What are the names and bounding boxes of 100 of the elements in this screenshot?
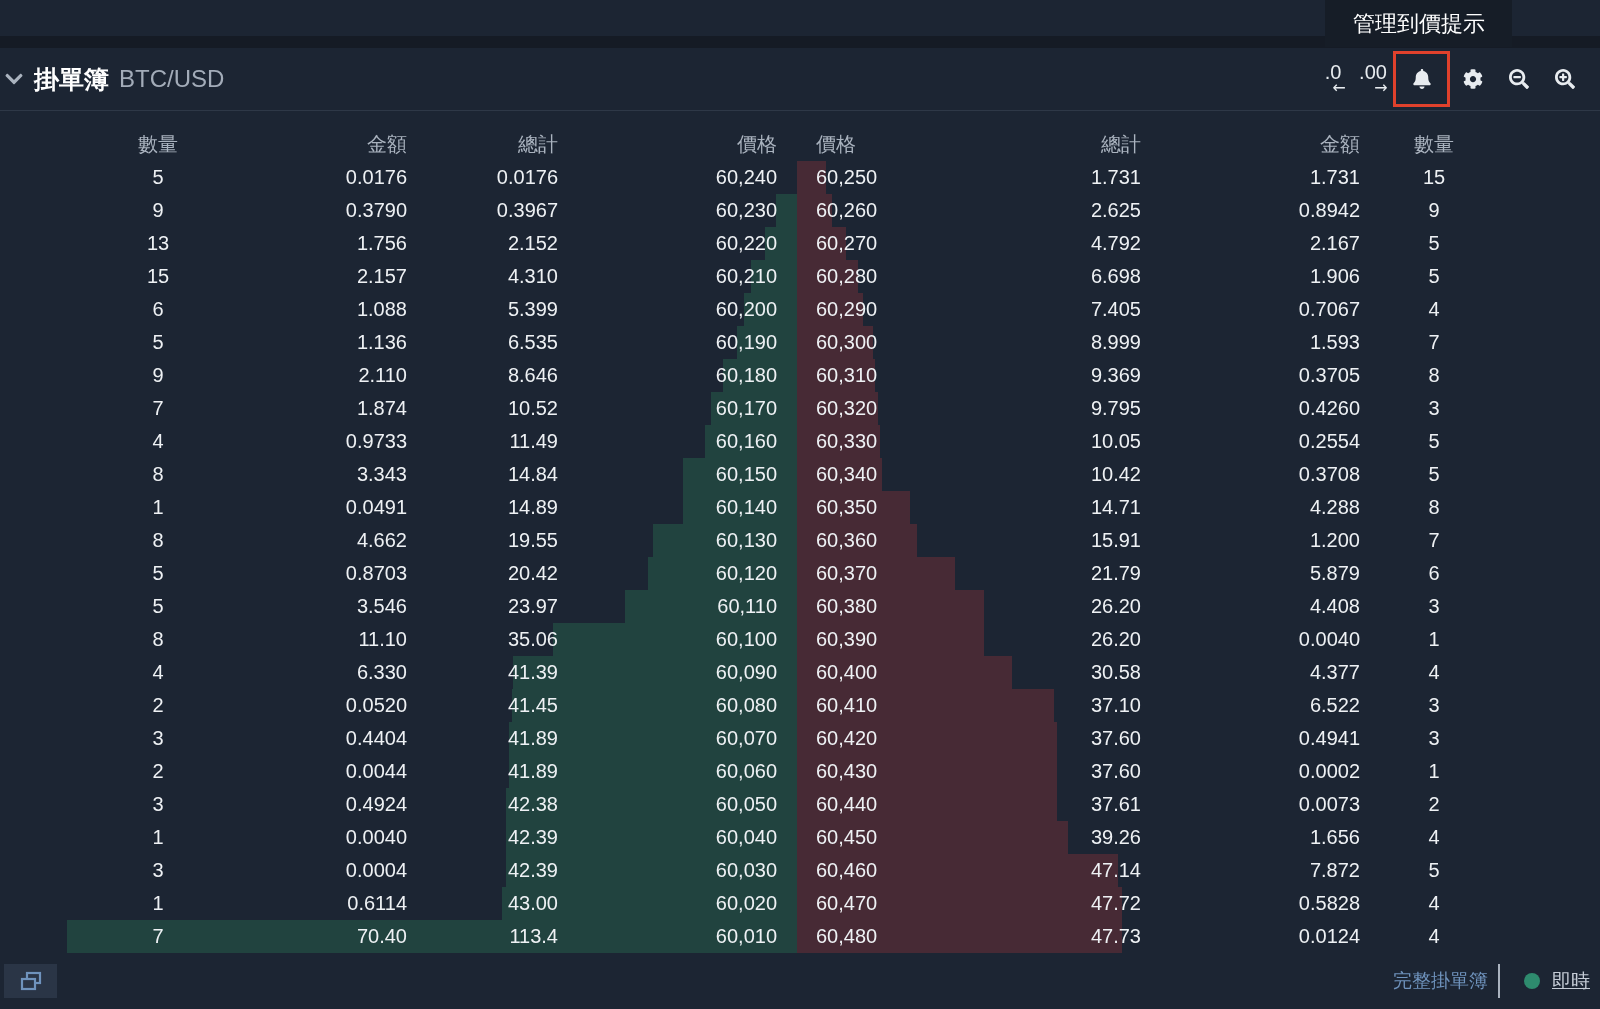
table-cell: 41.89	[507, 727, 558, 750]
table-cell: 4.288	[1309, 496, 1360, 519]
table-cell: 5	[1428, 463, 1440, 486]
ask-price: 60,350	[816, 496, 878, 519]
table-cell: 3	[1428, 397, 1440, 420]
table-cell: 2	[152, 760, 164, 783]
table-cell: 41.39	[507, 661, 558, 684]
ask-price: 60,430	[816, 760, 878, 783]
table-cell: 8	[1428, 496, 1440, 519]
table-cell: 30.58	[1090, 661, 1141, 684]
table-cell: 0.0176	[345, 166, 407, 189]
table-cell: 42.39	[507, 859, 558, 882]
ask-price: 60,270	[816, 232, 878, 255]
bid-price: 60,170	[715, 397, 777, 420]
table-cell: 0.0073	[1298, 793, 1360, 816]
ask-price: 60,300	[816, 331, 878, 354]
table-cell: 5	[1428, 265, 1440, 288]
table-cell: 0.0124	[1298, 925, 1360, 948]
alert-button[interactable]	[1393, 51, 1450, 107]
table-cell: 0.0040	[345, 826, 407, 849]
table-cell: 7.872	[1309, 859, 1360, 882]
table-cell: 5	[152, 331, 164, 354]
table-cell: 2.110	[358, 364, 407, 387]
table-cell: 5.399	[507, 298, 558, 321]
table-cell: 3.546	[356, 595, 407, 618]
table-cell: 4	[1428, 892, 1440, 915]
popout-button[interactable]	[4, 964, 57, 998]
bid-price: 60,120	[715, 562, 777, 585]
table-cell: 2.157	[356, 265, 407, 288]
table-cell: 1.756	[356, 232, 407, 255]
table-cell: 1.656	[1309, 826, 1360, 849]
table-cell: 8	[1428, 364, 1440, 387]
table-cell: 3	[152, 793, 164, 816]
decimals-button[interactable]: .00 →	[1353, 51, 1393, 107]
table-cell: 19.55	[507, 529, 558, 552]
table-cell: 8.999	[1090, 331, 1141, 354]
table-cell: 41.45	[507, 694, 558, 717]
table-cell: 42.38	[507, 793, 558, 816]
column-header: 價格	[816, 132, 856, 157]
table-cell: 7	[1428, 331, 1440, 354]
bid-price: 60,140	[715, 496, 777, 519]
table-cell: 15	[146, 265, 170, 288]
ask-price: 60,440	[816, 793, 878, 816]
bid-price: 60,110	[717, 595, 777, 618]
table-cell: 0.3790	[345, 199, 407, 222]
table-cell: 0.3967	[496, 199, 558, 222]
zoom-in-icon	[1555, 69, 1575, 89]
table-cell: 1.136	[356, 331, 407, 354]
table-cell: 70.40	[356, 925, 407, 948]
table-cell: 41.89	[507, 760, 558, 783]
table-cell: 8	[152, 628, 164, 651]
table-cell: 3	[1428, 595, 1440, 618]
bid-price: 60,220	[715, 232, 777, 255]
ask-price: 60,390	[816, 628, 878, 651]
table-cell: 47.73	[1090, 925, 1141, 948]
bid-price: 60,030	[715, 859, 777, 882]
table-cell: 0.4260	[1298, 397, 1360, 420]
table-cell: 11.49	[509, 430, 558, 453]
ask-price: 60,480	[816, 925, 878, 948]
table-cell: 37.60	[1090, 760, 1141, 783]
ask-price: 60,260	[816, 199, 878, 222]
bid-price: 60,240	[715, 166, 777, 189]
table-cell: 7	[152, 397, 164, 420]
table-cell: 3	[1428, 727, 1440, 750]
panel-title: 掛單簿	[34, 63, 109, 95]
table-cell: 7	[152, 925, 164, 948]
ask-price: 60,340	[816, 463, 878, 486]
table-cell: 1.200	[1309, 529, 1360, 552]
table-cell: 0.0520	[345, 694, 407, 717]
table-cell: 6.698	[1090, 265, 1141, 288]
table-cell: 0.4924	[345, 793, 407, 816]
table-cell: 5	[152, 562, 164, 585]
table-cell: 2.152	[507, 232, 558, 255]
table-cell: 8	[152, 529, 164, 552]
table-cell: 2	[1428, 793, 1440, 816]
table-cell: 47.14	[1090, 859, 1141, 882]
table-cell: 1.874	[356, 397, 407, 420]
table-cell: 1.906	[1309, 265, 1360, 288]
table-cell: 15.91	[1090, 529, 1141, 552]
bid-price: 60,040	[715, 826, 777, 849]
ask-price: 60,470	[816, 892, 878, 915]
table-cell: 14.84	[507, 463, 558, 486]
bid-price: 60,190	[715, 331, 777, 354]
ask-price: 60,370	[816, 562, 878, 585]
realtime-link[interactable]: 即時	[1552, 968, 1590, 994]
full-order-book-link[interactable]: 完整掛單簿	[1393, 964, 1500, 998]
table-cell: 2.167	[1309, 232, 1360, 255]
bid-price: 60,050	[715, 793, 777, 816]
decimals-button[interactable]: .0 ←	[1313, 51, 1353, 107]
table-cell: 0.8942	[1298, 199, 1360, 222]
table-cell: 37.10	[1090, 694, 1141, 717]
table-cell: 26.20	[1090, 628, 1141, 651]
table-cell: 6	[1428, 562, 1440, 585]
table-cell: 9	[152, 199, 164, 222]
settings-icon	[1463, 69, 1483, 89]
table-cell: 4.377	[1309, 661, 1360, 684]
table-cell: 0.2554	[1298, 430, 1360, 453]
table-cell: 35.06	[507, 628, 558, 651]
table-cell: 13	[146, 232, 170, 255]
table-cell: 7.405	[1090, 298, 1141, 321]
